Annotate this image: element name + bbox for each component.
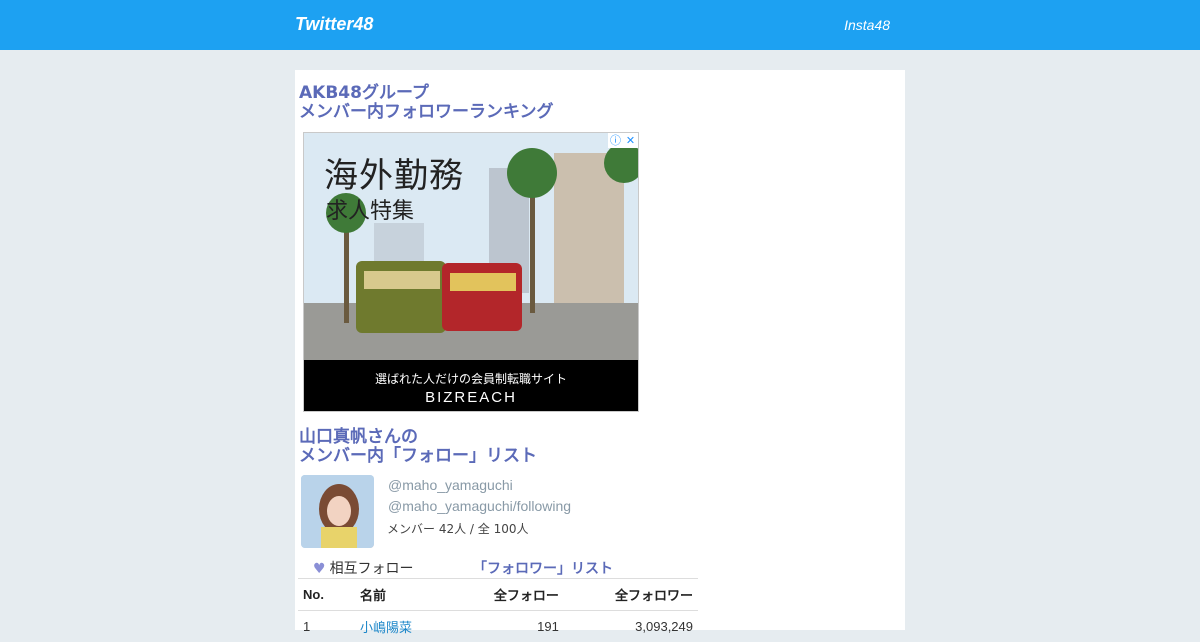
heart-icon: ♥ (313, 561, 326, 577)
member-name-link[interactable]: 小嶋陽菜 (360, 620, 412, 635)
ad-headline: 海外勤務 (324, 148, 464, 197)
ad-choices: ⓘ ✕ (608, 133, 638, 148)
ranking-title-line1: AKB48グループ (299, 84, 554, 103)
mutual-follow-link[interactable]: ♥相互フォロー (313, 558, 414, 578)
ranking-title: AKB48グループ メンバー内フォロワーランキング (299, 84, 554, 122)
info-icon[interactable]: ⓘ (608, 133, 623, 148)
table-row: 1 小嶋陽菜 191 3,093,249 (298, 611, 698, 642)
row-name-cell: 小嶋陽菜 (355, 611, 450, 642)
col-no: No. (298, 579, 355, 611)
brand-link[interactable]: Twitter48 (295, 14, 373, 35)
profile-following-link[interactable]: @maho_yamaguchi/following (388, 498, 571, 514)
col-followers: 全フォロワー (564, 579, 698, 611)
insta48-link[interactable]: Insta48 (844, 17, 890, 33)
col-follow: 全フォロー (450, 579, 564, 611)
col-name: 名前 (355, 579, 450, 611)
ranking-table: No. 名前 全フォロー 全フォロワー 1 小嶋陽菜 191 3,093,249 (298, 578, 698, 642)
member-count: メンバー 42人 / 全 100人 (387, 520, 528, 537)
top-navbar: Twitter48 Insta48 (0, 0, 1200, 50)
ranking-title-line2: メンバー内フォロワーランキング (299, 103, 554, 122)
ad-subhead: 求人特集 (326, 193, 414, 225)
ad-tagline: 選ばれた人だけの会員制転職サイト (304, 370, 638, 387)
follow-list-title-line1: 山口真帆さんの (299, 428, 537, 447)
main-card: AKB48グループ メンバー内フォロワーランキング 海外勤務 求 (295, 70, 905, 630)
close-icon[interactable]: ✕ (623, 133, 638, 148)
avatar-image (301, 475, 374, 548)
ad-logo: BIZREACH (304, 389, 638, 406)
table-header-row: No. 名前 全フォロー 全フォロワー (298, 579, 698, 611)
follow-list-title-line2: メンバー内「フォロー」リスト (299, 447, 537, 466)
avatar[interactable] (301, 475, 374, 548)
ad-footer: 選ばれた人だけの会員制転職サイト BIZREACH (304, 360, 638, 411)
row-follow: 191 (450, 611, 564, 642)
follow-list-title: 山口真帆さんの メンバー内「フォロー」リスト (299, 428, 537, 466)
row-no: 1 (298, 611, 355, 642)
ad-banner[interactable]: 海外勤務 求人特集 ⓘ ✕ 選ばれた人だけの会員制転職サイト BIZREACH (303, 132, 639, 412)
mutual-follow-label: 相互フォロー (330, 561, 414, 577)
follower-list-link[interactable]: 「フォロワー」リスト (473, 558, 613, 578)
row-followers: 3,093,249 (564, 611, 698, 642)
profile-handle[interactable]: @maho_yamaguchi (388, 477, 513, 493)
ad-photo: 海外勤務 求人特集 ⓘ ✕ (304, 133, 638, 360)
